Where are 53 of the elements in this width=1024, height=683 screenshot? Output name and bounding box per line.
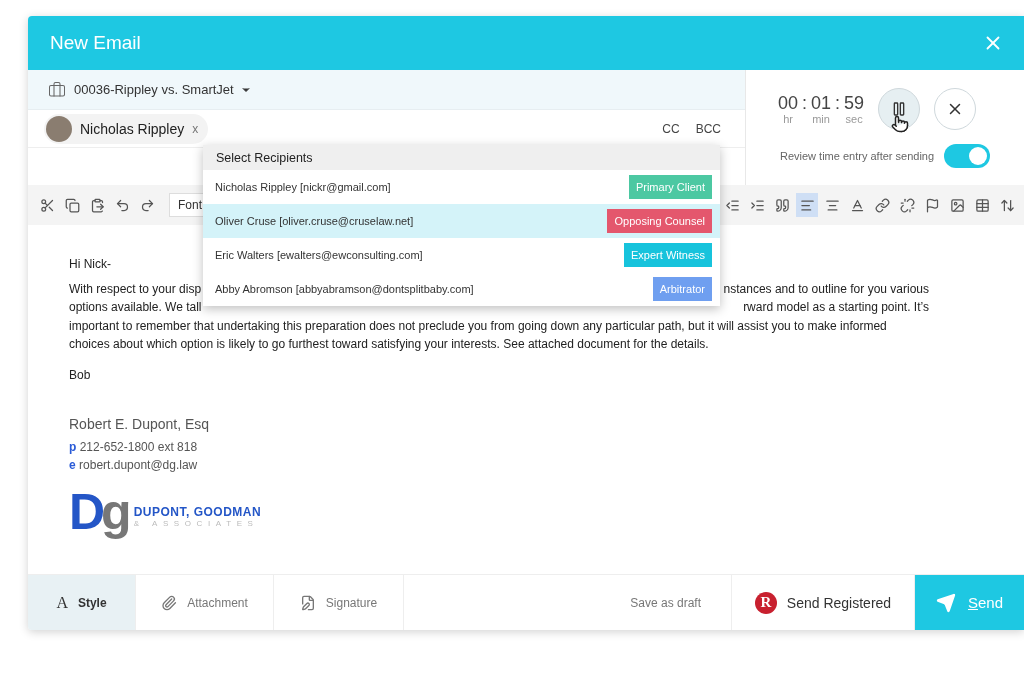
body-text: nstances and to outline for you various [723,280,929,298]
footer-tab[interactable]: Signature [274,575,404,630]
font-icon: A [56,593,68,612]
body-text: rward model as a starting point. It’s [743,299,929,316]
recipient-name: Nicholas Rippley [80,120,185,137]
greeting: Hi Nick- [69,256,111,273]
signature-name: Robert E. Dupont, Esq [69,416,211,432]
toggle-label: Review time entry after sending [780,150,935,162]
role-tag: Expert Witness [624,243,712,267]
matter-selector[interactable]: 00036-Rippley vs. SmartJet [74,82,252,97]
time-value: 59 [844,93,865,113]
hand-cursor-icon [891,115,910,133]
pen-document-icon [299,594,316,611]
recipient-option[interactable]: Abby Abromson [abbyabramson@dontsplitbaby.com] Arbitrator [203,272,720,306]
time-value: 00 [778,93,799,113]
send-icon [935,592,956,613]
dropdown-title: Select Recipients [203,145,720,170]
time-separator: : [835,93,841,113]
body-text: options available. We tall [69,299,202,316]
footer-tab[interactable]: Attachment [136,575,274,630]
footer-tab[interactable]: A Style [28,575,136,630]
sign-off: Bob [69,366,91,384]
recipient-option[interactable]: Oliver Cruse [oliver.cruse@cruselaw.net] Opposing Counsel [203,204,720,238]
copy-link[interactable]: BCC [695,121,721,136]
contact-line: p 212-652-1800 ext 818 [69,440,199,454]
briefcase-icon [48,80,66,99]
recipient-option[interactable]: Eric Walters [ewalters@ewconsulting.com] Expert Witness [203,238,720,272]
body-text: With respect to your disp [69,280,202,298]
stop-button[interactable] [934,88,977,130]
time-unit: sec [845,113,863,125]
avatar [46,115,72,142]
recipient-chip[interactable]: Nicholas Rippley x [44,113,209,144]
pause-button[interactable] [878,88,921,130]
copy-link[interactable]: CC [662,121,680,136]
review-toggle[interactable] [944,144,991,168]
window-title: New Email [50,32,141,54]
body-text: choices about which option is likely to go furthest toward satisfying your interests. See attached document for the details. [69,336,709,353]
role-tag: Opposing Counsel [607,209,712,233]
role-tag: Primary Client [628,175,712,199]
body-text: important to remember that undertaking this preparation does not preclude you from going down any particular path, but it will assist you to make informed [69,317,887,335]
role-tag: Arbitrator [652,277,712,301]
registered-logo: R [754,591,777,614]
time-unit: min [812,113,830,125]
contact-line: e robert.dupont@dg.law [69,458,199,472]
time-value: 01 [811,93,832,113]
paperclip-icon [161,594,178,611]
recipient-option[interactable]: Nicholas Rippley [nickr@gmail.com] Primary Client [203,170,720,204]
time-unit: hr [783,113,793,125]
remove-recipient-button[interactable]: x [192,121,199,136]
align-left-icon[interactable] [796,193,818,217]
time-separator: : [802,93,808,113]
save-draft-button[interactable]: Save as draft [624,594,707,611]
send-registered-button[interactable]: R Send Registered [732,575,915,630]
